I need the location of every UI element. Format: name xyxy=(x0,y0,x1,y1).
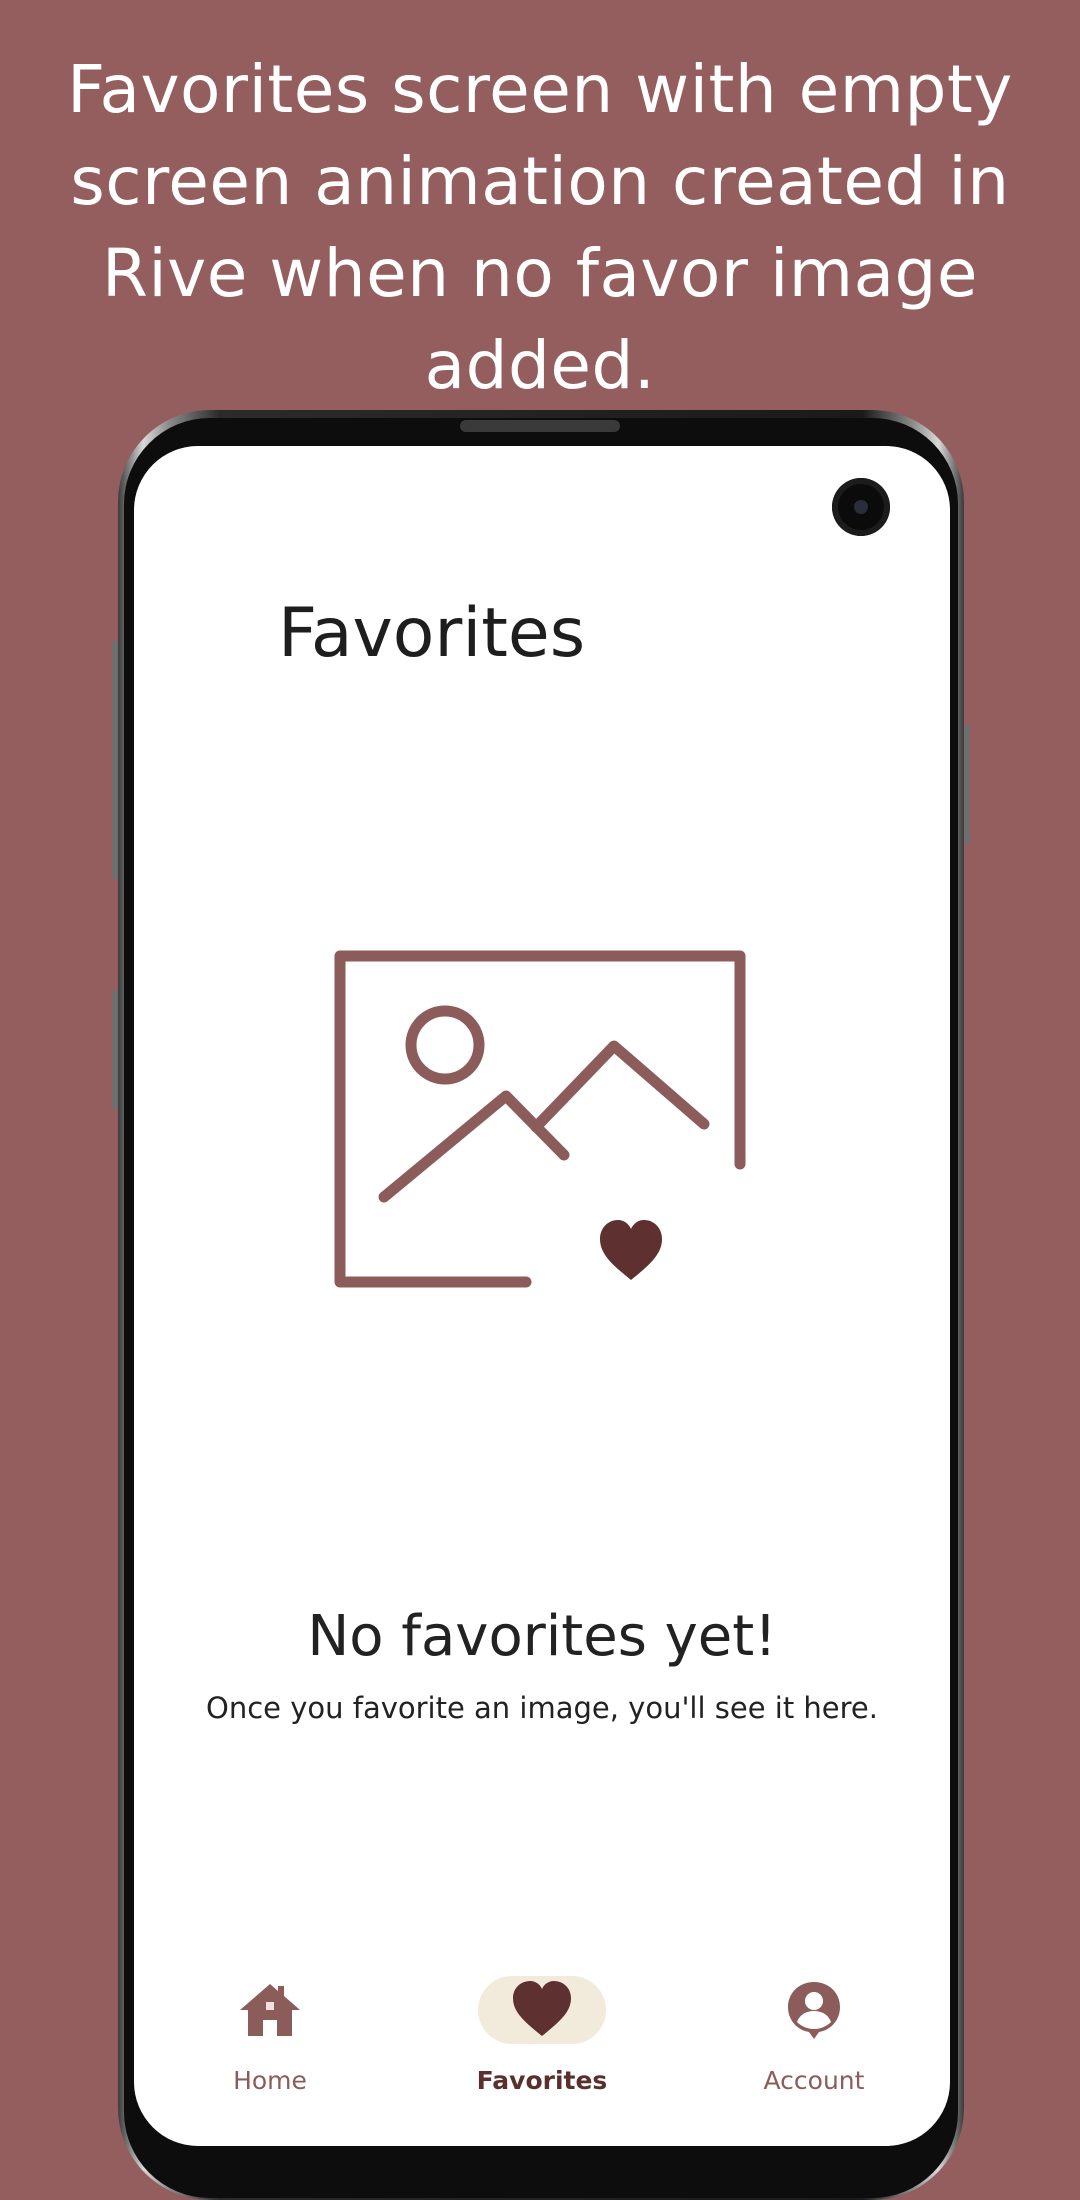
account-icon xyxy=(788,1982,840,2039)
nav-item-favorites[interactable]: Favorites xyxy=(442,1974,642,2146)
phone-side-button xyxy=(112,640,118,880)
phone-side-button xyxy=(964,725,970,845)
empty-state-subtitle: Once you favorite an image, you'll see i… xyxy=(206,1691,878,1725)
heart-icon xyxy=(513,1981,571,2036)
nav-item-home[interactable]: Home xyxy=(170,1974,370,2146)
bottom-navigation: Home Favorites Account xyxy=(134,1974,950,2146)
phone-side-button xyxy=(112,990,118,1110)
nav-label-favorites: Favorites xyxy=(476,2066,608,2095)
nav-label-home: Home xyxy=(233,2066,307,2095)
phone-screen: Favorites No favorites yet! Once you fav… xyxy=(134,446,950,2146)
promo-caption: Favorites screen with empty screen anima… xyxy=(67,51,1013,404)
front-camera xyxy=(832,478,890,536)
page-title: Favorites xyxy=(278,594,586,673)
nav-label-account: Account xyxy=(763,2066,865,2095)
home-icon xyxy=(240,1984,300,2036)
phone-speaker xyxy=(460,420,620,432)
nav-item-account[interactable]: Account xyxy=(714,1974,914,2146)
empty-state-title: No favorites yet! xyxy=(307,1604,777,1669)
image-heart-icon xyxy=(334,950,746,1288)
